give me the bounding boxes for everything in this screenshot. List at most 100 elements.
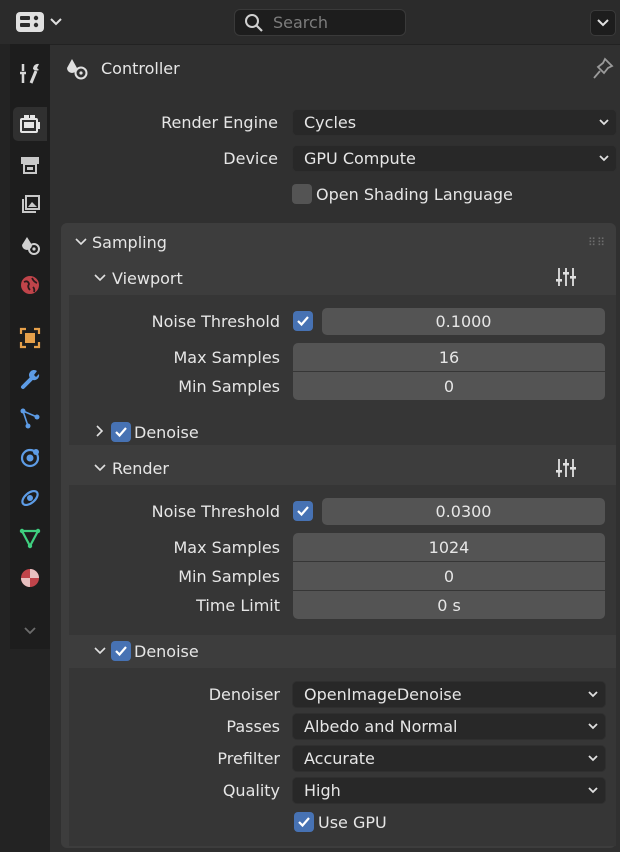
tab-scene[interactable] — [13, 228, 47, 262]
tab-particles[interactable] — [13, 401, 47, 435]
physics-icon — [20, 448, 40, 468]
tab-bar-expand[interactable] — [13, 614, 47, 648]
prefilter-value: Accurate — [304, 749, 375, 768]
constraints-icon — [21, 489, 39, 507]
render-noise-value: 0.0300 — [435, 502, 492, 521]
render-denoise-title[interactable]: Denoise — [134, 642, 199, 661]
properties-editor: Search Controller Render Engine Cycles D… — [0, 0, 620, 852]
tab-output[interactable] — [13, 148, 47, 182]
chevron-right-icon[interactable] — [94, 424, 106, 438]
properties-editor-icon — [16, 12, 44, 32]
presets-icon[interactable] — [555, 457, 577, 479]
world-icon — [21, 276, 39, 294]
time-limit-label: Time Limit — [196, 596, 280, 615]
render-engine-label: Render Engine — [161, 113, 278, 132]
render-max-samples-field[interactable]: 1024 — [293, 533, 605, 561]
drag-grip-icon[interactable]: ⠿⠿ — [588, 236, 606, 249]
render-min-samples-label: Min Samples — [178, 567, 280, 586]
viewport-denoise-label[interactable]: Denoise — [134, 423, 199, 442]
tab-material[interactable] — [13, 561, 47, 595]
chevron-down-icon — [588, 787, 598, 794]
time-limit-value: 0 s — [437, 595, 461, 615]
checkmark-icon — [115, 427, 127, 438]
prefilter-label: Prefilter — [217, 749, 280, 768]
chevron-down-icon[interactable] — [93, 645, 107, 657]
render-max-samples-label: Max Samples — [173, 538, 281, 557]
render-subpanel-title[interactable]: Render — [112, 459, 169, 478]
presets-icon[interactable] — [555, 266, 577, 288]
device-dropdown[interactable]: GPU Compute — [292, 145, 617, 172]
passes-dropdown[interactable]: Albedo and Normal — [292, 713, 606, 740]
prefilter-dropdown[interactable]: Accurate — [292, 745, 606, 772]
options-dropdown-button[interactable] — [590, 10, 616, 36]
render-engine-dropdown[interactable]: Cycles — [292, 109, 617, 136]
tab-modifier[interactable] — [13, 362, 47, 396]
chevron-down-icon — [588, 723, 598, 730]
viewport-noise-label: Noise Threshold — [151, 312, 280, 331]
render-noise-checkbox[interactable] — [293, 501, 313, 521]
render-max-samples-value: 1024 — [428, 537, 470, 557]
tab-view-layer[interactable] — [13, 188, 47, 222]
tab-object[interactable] — [13, 321, 47, 355]
chevron-down-icon — [588, 755, 598, 762]
render-denoise-checkbox[interactable] — [111, 641, 131, 661]
checkmark-icon — [297, 316, 309, 327]
tab-tool[interactable] — [13, 56, 47, 90]
tab-data[interactable] — [13, 521, 47, 555]
tab-render[interactable] — [13, 107, 47, 141]
object-icon — [19, 327, 41, 349]
tab-constraints[interactable] — [13, 481, 47, 515]
chevron-down-icon[interactable] — [74, 236, 88, 248]
editor-type-button[interactable] — [14, 7, 64, 37]
device-value: GPU Compute — [304, 149, 416, 168]
chevron-down-icon[interactable] — [93, 272, 107, 284]
search-field[interactable]: Search — [234, 9, 406, 36]
viewport-max-samples-field[interactable]: 16 — [293, 343, 605, 371]
quality-label: Quality — [222, 781, 280, 800]
passes-label: Passes — [226, 717, 280, 736]
pin-icon[interactable] — [592, 57, 614, 81]
properties-tab-bar — [0, 44, 50, 852]
viewport-max-samples-label: Max Samples — [173, 348, 281, 367]
tab-physics[interactable] — [13, 441, 47, 475]
search-icon — [245, 13, 263, 32]
osl-checkbox[interactable] — [292, 184, 312, 204]
render-engine-value: Cycles — [304, 113, 357, 132]
viewport-noise-checkbox[interactable] — [293, 311, 313, 331]
editor-header: Search — [0, 0, 620, 45]
denoiser-value: OpenImageDenoise — [304, 685, 462, 704]
chevron-down-icon — [599, 119, 609, 126]
denoiser-dropdown[interactable]: OpenImageDenoise — [292, 681, 606, 708]
viewport-noise-threshold-field[interactable]: 0.1000 — [322, 308, 605, 335]
chevron-down-icon[interactable] — [93, 462, 107, 474]
render-noise-threshold-field[interactable]: 0.0300 — [322, 498, 605, 525]
checkmark-icon — [297, 506, 309, 517]
render-noise-label: Noise Threshold — [151, 502, 280, 521]
render-icon — [20, 115, 40, 133]
viewport-denoise-checkbox[interactable] — [111, 422, 131, 442]
chevron-down-icon — [588, 691, 598, 698]
search-placeholder: Search — [273, 13, 328, 32]
time-limit-field[interactable]: 0 s — [293, 591, 605, 619]
use-gpu-checkbox[interactable] — [294, 812, 314, 832]
quality-dropdown[interactable]: High — [292, 777, 606, 804]
viewport-min-samples-label: Min Samples — [178, 377, 280, 396]
quality-value: High — [304, 781, 341, 800]
passes-value: Albedo and Normal — [304, 717, 458, 736]
material-icon — [21, 569, 39, 587]
device-label: Device — [223, 149, 278, 168]
tool-icon — [20, 63, 39, 84]
viewport-noise-value: 0.1000 — [435, 312, 492, 331]
render-min-samples-field[interactable]: 0 — [293, 562, 605, 590]
chevron-down-icon — [597, 19, 609, 27]
use-gpu-label: Use GPU — [318, 813, 387, 832]
render-min-samples-value: 0 — [443, 566, 455, 586]
sampling-panel-title[interactable]: Sampling — [92, 233, 167, 252]
denoiser-label: Denoiser — [208, 685, 280, 704]
viewport-min-samples-field[interactable]: 0 — [293, 372, 605, 400]
tab-world[interactable] — [13, 268, 47, 302]
viewport-subpanel-title[interactable]: Viewport — [112, 269, 183, 288]
scene-icon — [22, 237, 40, 255]
viewport-min-samples-value: 0 — [443, 376, 455, 396]
checkmark-icon — [115, 646, 127, 657]
